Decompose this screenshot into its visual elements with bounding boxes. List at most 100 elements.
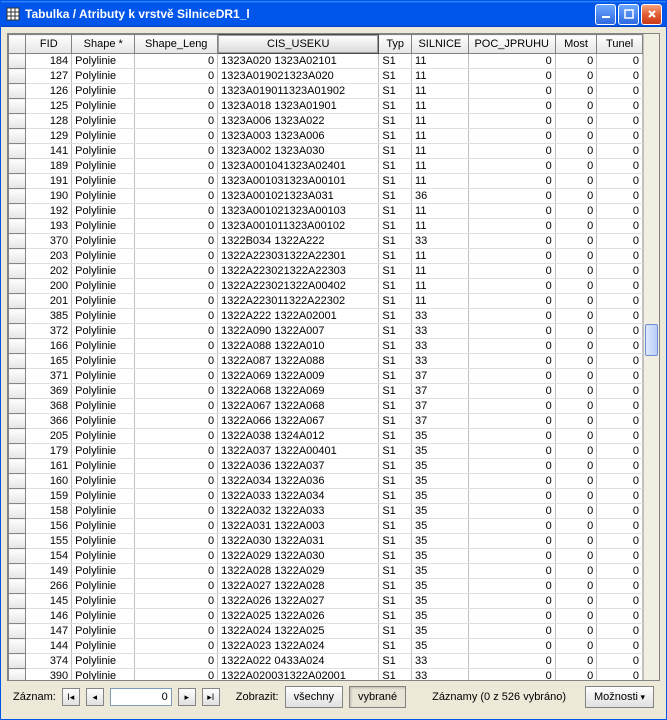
cell[interactable]: 1323A019021323A020 xyxy=(218,69,379,84)
cell[interactable]: 1322A066 1322A067 xyxy=(218,414,379,429)
cell[interactable]: 0 xyxy=(597,579,643,594)
cell[interactable]: Polylinie xyxy=(72,144,135,159)
table-row[interactable]: 161Polylinie01322A036 1322A037S135000 xyxy=(9,459,643,474)
cell[interactable]: Polylinie xyxy=(72,354,135,369)
table-row[interactable]: 385Polylinie01322A222 1322A02001S133000 xyxy=(9,309,643,324)
cell[interactable]: 0 xyxy=(135,354,218,369)
cell[interactable]: 202 xyxy=(26,264,72,279)
cell[interactable]: 0 xyxy=(555,549,596,564)
cell[interactable]: 0 xyxy=(135,654,218,669)
cell[interactable]: 0 xyxy=(555,129,596,144)
options-button[interactable]: Možnosti xyxy=(585,686,654,708)
cell[interactable]: Polylinie xyxy=(72,369,135,384)
cell[interactable]: 0 xyxy=(468,249,555,264)
cell[interactable]: 0 xyxy=(135,414,218,429)
cell[interactable]: 159 xyxy=(26,489,72,504)
cell[interactable]: 0 xyxy=(597,174,643,189)
cell[interactable]: 0 xyxy=(468,114,555,129)
cell[interactable]: S1 xyxy=(379,279,412,294)
cell[interactable]: 35 xyxy=(412,429,469,444)
cell[interactable]: 266 xyxy=(26,579,72,594)
cell[interactable]: 0 xyxy=(555,369,596,384)
cell[interactable]: 374 xyxy=(26,654,72,669)
cell[interactable]: Polylinie xyxy=(72,219,135,234)
cell[interactable]: Polylinie xyxy=(72,414,135,429)
cell[interactable]: 0 xyxy=(135,84,218,99)
cell[interactable]: S1 xyxy=(379,669,412,681)
cell[interactable]: Polylinie xyxy=(72,519,135,534)
cell[interactable]: 0 xyxy=(468,624,555,639)
cell[interactable]: 1322A020031322A02001 xyxy=(218,669,379,681)
cell[interactable]: 0 xyxy=(468,69,555,84)
cell[interactable]: S1 xyxy=(379,159,412,174)
cell[interactable]: 0 xyxy=(468,279,555,294)
cell[interactable]: 0 xyxy=(135,249,218,264)
cell[interactable]: Polylinie xyxy=(72,609,135,624)
cell[interactable]: 0 xyxy=(597,369,643,384)
column-header-CIS_USEKU[interactable]: CIS_USEKU xyxy=(218,35,379,54)
cell[interactable]: 0 xyxy=(468,204,555,219)
cell[interactable]: 0 xyxy=(135,429,218,444)
cell[interactable]: 35 xyxy=(412,564,469,579)
cell[interactable]: 0 xyxy=(468,129,555,144)
cell[interactable]: 0 xyxy=(555,189,596,204)
cell[interactable]: 205 xyxy=(26,429,72,444)
cell[interactable]: 37 xyxy=(412,369,469,384)
table-row[interactable]: 166Polylinie01322A088 1322A010S133000 xyxy=(9,339,643,354)
cell[interactable]: S1 xyxy=(379,354,412,369)
cell[interactable]: 0 xyxy=(468,399,555,414)
cell[interactable]: 149 xyxy=(26,564,72,579)
cell[interactable]: 33 xyxy=(412,324,469,339)
cell[interactable]: 11 xyxy=(412,264,469,279)
cell[interactable]: S1 xyxy=(379,489,412,504)
cell[interactable]: 0 xyxy=(135,129,218,144)
cell[interactable]: 0 xyxy=(468,294,555,309)
row-header[interactable] xyxy=(9,369,26,384)
table-row[interactable]: 372Polylinie01322A090 1322A007S133000 xyxy=(9,324,643,339)
cell[interactable]: 0 xyxy=(597,444,643,459)
maximize-button[interactable] xyxy=(618,4,639,25)
cell[interactable]: S1 xyxy=(379,549,412,564)
table-row[interactable]: 189Polylinie01323A001041323A02401S111000 xyxy=(9,159,643,174)
cell[interactable]: 0 xyxy=(555,249,596,264)
cell[interactable]: S1 xyxy=(379,384,412,399)
row-header[interactable] xyxy=(9,264,26,279)
cell[interactable]: 1322A223031322A22301 xyxy=(218,249,379,264)
cell[interactable]: 0 xyxy=(135,264,218,279)
table-row[interactable]: 125Polylinie01323A018 1323A01901S111000 xyxy=(9,99,643,114)
cell[interactable]: 0 xyxy=(468,654,555,669)
table-row[interactable]: 193Polylinie01323A001011323A00102S111000 xyxy=(9,219,643,234)
cell[interactable]: 35 xyxy=(412,579,469,594)
cell[interactable]: S1 xyxy=(379,99,412,114)
cell[interactable]: S1 xyxy=(379,369,412,384)
cell[interactable]: 127 xyxy=(26,69,72,84)
table-row[interactable]: 366Polylinie01322A066 1322A067S137000 xyxy=(9,414,643,429)
cell[interactable]: 0 xyxy=(555,639,596,654)
cell[interactable]: 0 xyxy=(135,519,218,534)
cell[interactable]: 0 xyxy=(555,504,596,519)
cell[interactable]: 0 xyxy=(555,624,596,639)
row-header[interactable] xyxy=(9,114,26,129)
cell[interactable]: 1322A067 1322A068 xyxy=(218,399,379,414)
cell[interactable]: Polylinie xyxy=(72,504,135,519)
cell[interactable]: 0 xyxy=(468,84,555,99)
cell[interactable]: 11 xyxy=(412,159,469,174)
vertical-scrollbar[interactable] xyxy=(643,34,659,680)
table-row[interactable]: 201Polylinie01322A223011322A22302S111000 xyxy=(9,294,643,309)
row-header[interactable] xyxy=(9,279,26,294)
cell[interactable]: 0 xyxy=(555,279,596,294)
cell[interactable]: 1322A223011322A22302 xyxy=(218,294,379,309)
row-header[interactable] xyxy=(9,339,26,354)
cell[interactable]: 1322A028 1322A029 xyxy=(218,564,379,579)
cell[interactable]: 0 xyxy=(135,219,218,234)
cell[interactable]: 0 xyxy=(555,609,596,624)
cell[interactable]: 0 xyxy=(468,639,555,654)
cell[interactable]: 1322A034 1322A036 xyxy=(218,474,379,489)
table-row[interactable]: 205Polylinie01322A038 1324A012S135000 xyxy=(9,429,643,444)
cell[interactable]: 141 xyxy=(26,144,72,159)
cell[interactable]: 155 xyxy=(26,534,72,549)
table-row[interactable]: 192Polylinie01323A001021323A00103S111000 xyxy=(9,204,643,219)
table-row[interactable]: 126Polylinie01323A019011323A01902S111000 xyxy=(9,84,643,99)
cell[interactable]: Polylinie xyxy=(72,474,135,489)
cell[interactable]: S1 xyxy=(379,189,412,204)
